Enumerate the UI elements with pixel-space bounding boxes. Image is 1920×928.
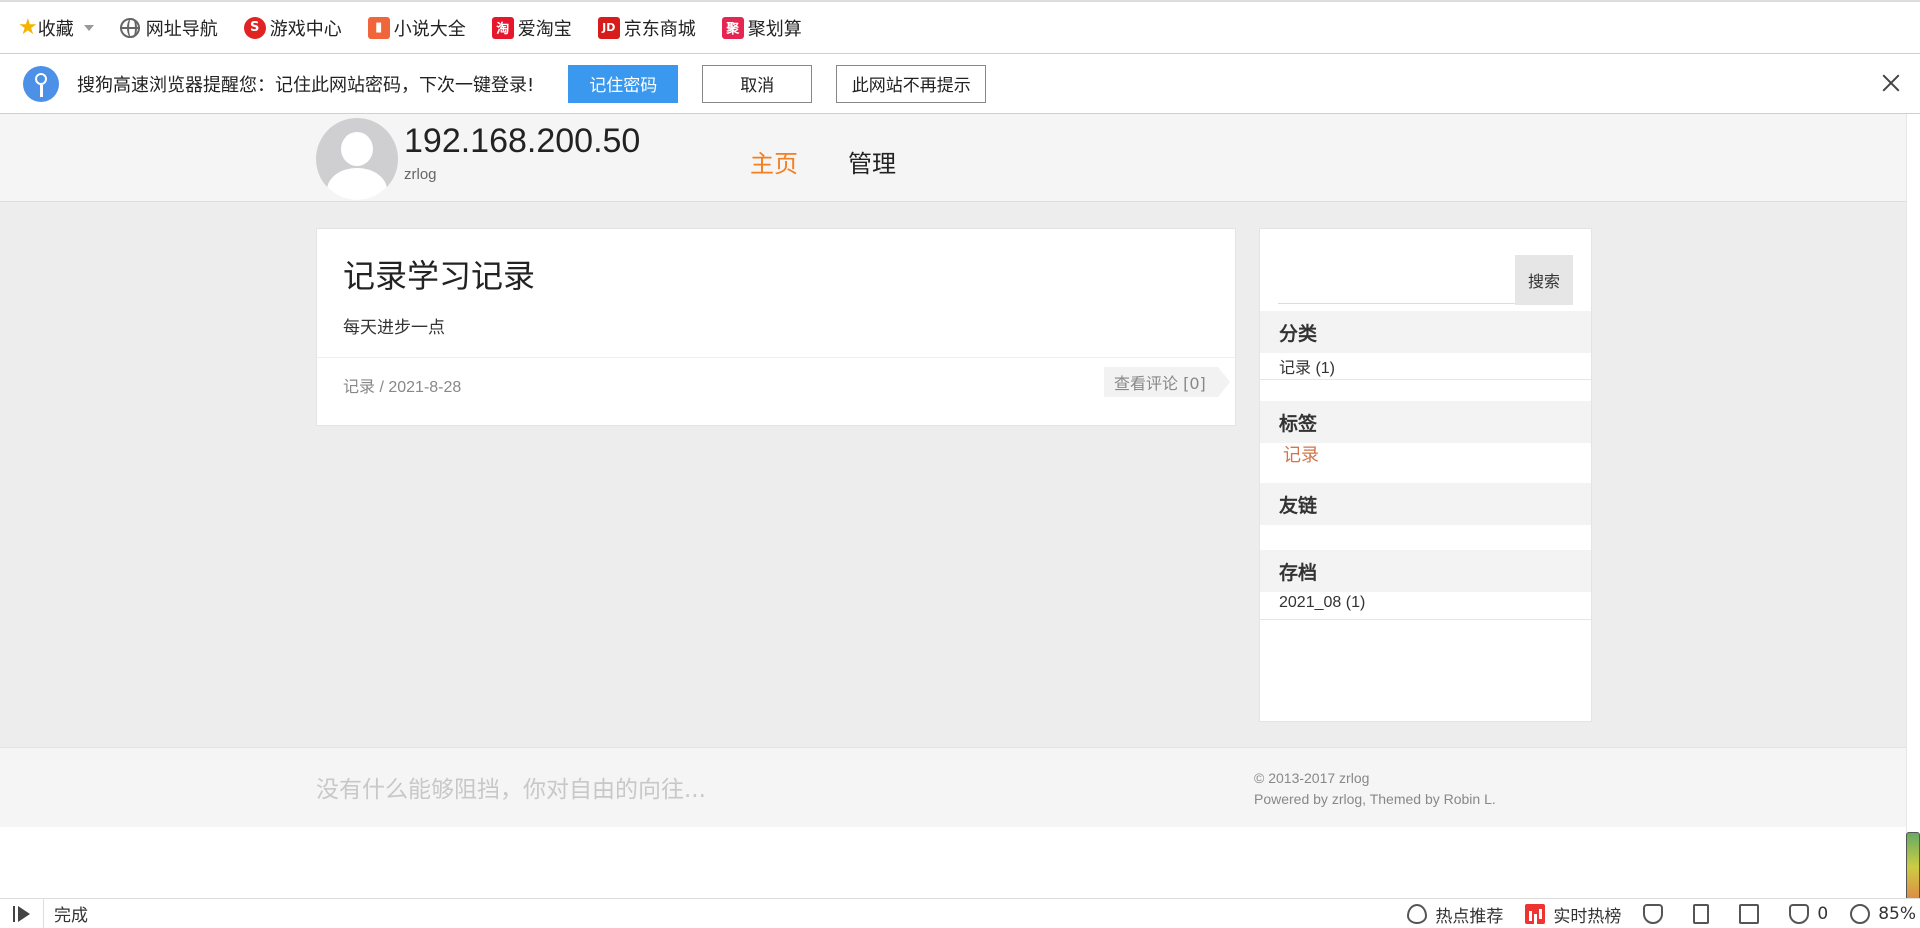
- adblock-count: 0: [1817, 904, 1829, 924]
- bookmark-label: 聚划算: [747, 18, 802, 40]
- taobao-icon: 淘: [491, 16, 514, 39]
- bookmark-game[interactable]: S 游戏中心: [243, 15, 342, 41]
- category-item[interactable]: 记录 (1): [1279, 354, 1335, 378]
- adblock-button[interactable]: 0: [1789, 904, 1828, 924]
- site-header: 192.168.200.50 zrlog 主页 管理: [0, 114, 1906, 202]
- bookmark-label: 爱淘宝: [517, 18, 572, 40]
- novel-icon: ▮: [367, 16, 390, 39]
- adblock-icon: [1789, 904, 1810, 924]
- volume-meter-icon: [1906, 832, 1920, 902]
- powered-by-text: Powered by zrlog, Themed by Robin L.: [1254, 791, 1496, 807]
- view-comments-link[interactable]: 查看评论 [0]: [1104, 367, 1230, 397]
- tag-link[interactable]: 记录: [1283, 441, 1319, 467]
- bookmark-taobao[interactable]: 淘 爱淘宝: [491, 15, 572, 41]
- game-icon: S: [243, 16, 266, 39]
- nav-manage[interactable]: 管理: [848, 144, 896, 179]
- bookmark-label: 小说大全: [393, 18, 466, 40]
- flame-icon: [1407, 904, 1428, 924]
- tags-heading: 标签: [1260, 401, 1591, 443]
- speaker-icon: [1693, 904, 1710, 924]
- avatar[interactable]: [316, 118, 398, 200]
- meta-separator: /: [375, 379, 389, 396]
- archive-item[interactable]: 2021_08 (1): [1279, 594, 1365, 612]
- links-heading: 友链: [1260, 483, 1591, 525]
- toolbox-icon: [1739, 904, 1760, 924]
- remember-password-button[interactable]: 记住密码: [568, 64, 679, 103]
- realtime-hot-button[interactable]: 实时热榜: [1525, 902, 1621, 927]
- shield-icon: [1643, 904, 1664, 924]
- jd-icon: JD: [597, 16, 620, 39]
- sound-button[interactable]: [1693, 904, 1717, 924]
- favorites-menu[interactable]: ★ 收藏: [18, 15, 94, 41]
- post-category-link[interactable]: 记录: [343, 379, 375, 396]
- globe-icon: [119, 17, 140, 38]
- post-description: 每天进步一点: [343, 318, 445, 338]
- sidebar: 搜索 分类 记录 (1) 标签 记录 友链 存档 2021_08 (1): [1259, 228, 1592, 722]
- status-bar: 完成 热点推荐 实时热榜 0 85%: [0, 898, 1920, 928]
- bookmark-label: 游戏中心: [269, 18, 342, 40]
- vertical-scrollbar[interactable]: [1906, 114, 1920, 899]
- web-page: 192.168.200.50 zrlog 主页 管理 记录学习记录 每天进步一点…: [0, 114, 1906, 827]
- status-text: 完成: [54, 906, 88, 926]
- copyright-text: © 2013-2017 zrlog: [1254, 770, 1370, 786]
- zoom-button[interactable]: 85%: [1850, 904, 1916, 924]
- key-icon: [23, 65, 59, 102]
- search-input[interactable]: [1278, 257, 1512, 301]
- site-title[interactable]: 192.168.200.50: [404, 122, 640, 161]
- archive-heading: 存档: [1260, 550, 1591, 592]
- close-icon[interactable]: [1878, 70, 1904, 96]
- bookmark-juhuasuan[interactable]: 聚 聚划算: [721, 15, 802, 41]
- site-footer: 没有什么能够阻挡，你对自由的向往... © 2013-2017 zrlog Po…: [0, 747, 1906, 827]
- bookmark-nav[interactable]: 网址导航: [119, 15, 218, 41]
- bookmark-jd[interactable]: JD 京东商城: [597, 15, 696, 41]
- chevron-down-icon: [83, 24, 94, 31]
- categories-heading: 分类: [1260, 311, 1591, 353]
- bar-chart-icon: [1525, 904, 1546, 924]
- cancel-button[interactable]: 取消: [702, 64, 813, 103]
- zoom-level: 85%: [1878, 904, 1916, 924]
- bookmark-label: 网址导航: [145, 18, 218, 40]
- security-button[interactable]: [1643, 904, 1671, 924]
- password-prompt-message: 搜狗高速浏览器提醒您：记住此网站密码，下次一键登录!: [77, 74, 535, 96]
- favorites-label: 收藏: [37, 18, 74, 40]
- divider: [1260, 619, 1591, 620]
- bookmark-bar: ★ 收藏 网址导航 S 游戏中心 ▮ 小说大全 淘 爱淘宝 JD 京东商城 聚 …: [0, 0, 1920, 54]
- hot-recommend-button[interactable]: 热点推荐: [1407, 902, 1503, 927]
- password-prompt-bar: 搜狗高速浏览器提醒您：记住此网站密码，下次一键登录! 记住密码 取消 此网站不再…: [0, 54, 1920, 114]
- bookmark-novel[interactable]: ▮ 小说大全: [367, 15, 466, 41]
- star-icon: ★: [18, 15, 38, 40]
- realtime-hot-label: 实时热榜: [1553, 906, 1622, 927]
- toolbox-button[interactable]: [1739, 904, 1767, 924]
- post-meta: 记录 / 2021-8-28: [343, 373, 461, 397]
- site-subtitle: zrlog: [404, 166, 437, 183]
- post-title[interactable]: 记录学习记录: [343, 251, 535, 297]
- search-button[interactable]: 搜索: [1515, 255, 1573, 305]
- footer-slogan: 没有什么能够阻挡，你对自由的向往...: [316, 777, 706, 803]
- divider: [1260, 379, 1591, 380]
- divider: [317, 357, 1235, 358]
- zoom-icon: [1850, 904, 1871, 924]
- post-card: 记录学习记录 每天进步一点 记录 / 2021-8-28 查看评论 [0]: [316, 228, 1236, 426]
- juhuasuan-icon: 聚: [721, 16, 744, 39]
- hot-recommend-label: 热点推荐: [1435, 906, 1504, 927]
- status-bar-tools: 热点推荐 实时热榜 0 85%: [1407, 899, 1920, 928]
- footer-copyright: © 2013-2017 zrlog Powered by zrlog, Them…: [1254, 768, 1496, 810]
- nav-home[interactable]: 主页: [750, 144, 798, 179]
- never-prompt-button[interactable]: 此网站不再提示: [836, 64, 987, 103]
- play-icon[interactable]: [0, 898, 44, 928]
- bookmark-label: 京东商城: [623, 18, 696, 40]
- post-date: 2021-8-28: [388, 379, 462, 396]
